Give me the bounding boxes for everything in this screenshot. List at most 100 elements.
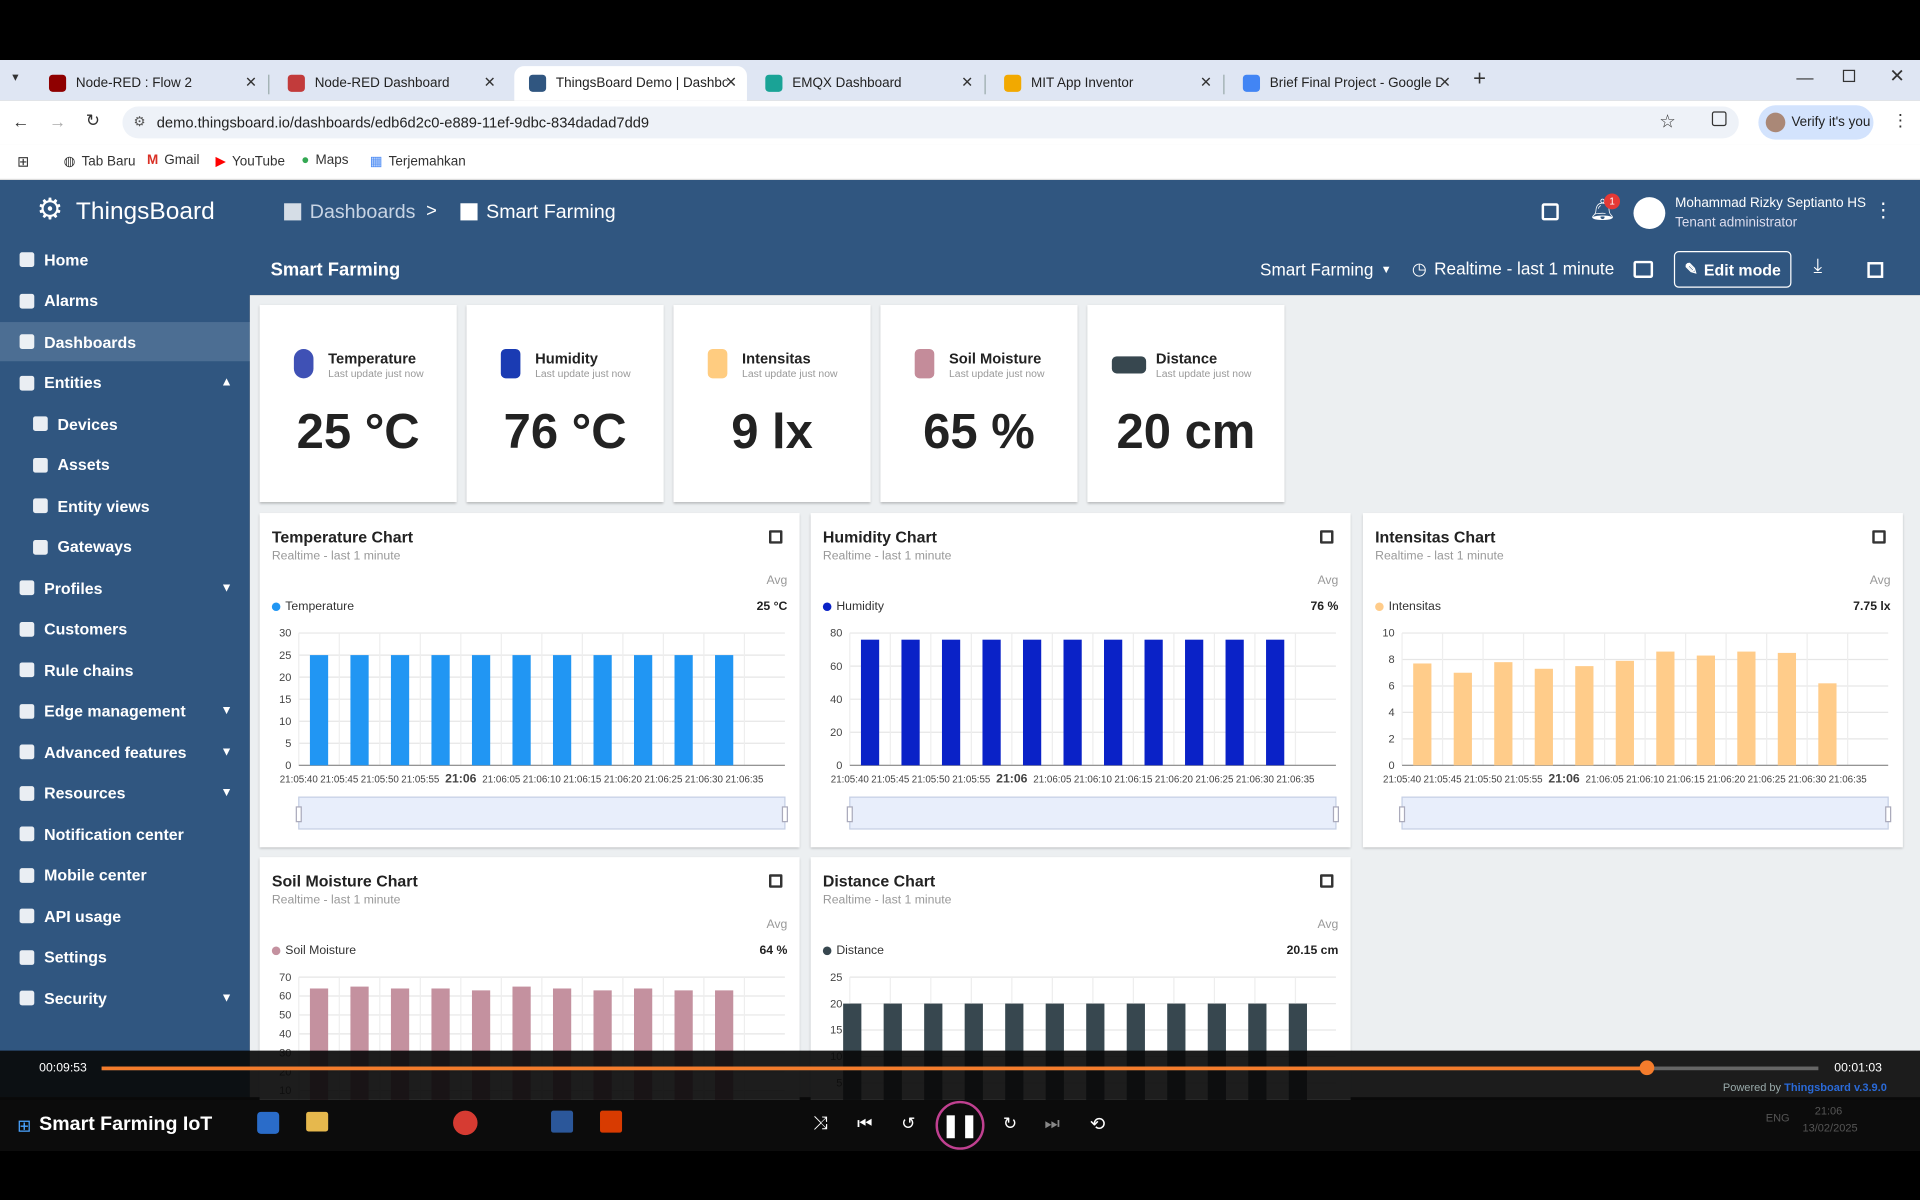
bar[interactable]: [1225, 639, 1244, 766]
bookmark-maps[interactable]: ● Maps: [301, 153, 348, 168]
back-icon[interactable]: ←: [12, 111, 29, 131]
bookmark-tab-baru[interactable]: ◍ Tab Baru: [64, 153, 136, 169]
bar[interactable]: [1453, 672, 1472, 766]
seek-bar[interactable]: [101, 1066, 1819, 1071]
bar[interactable]: [1144, 639, 1163, 766]
bar[interactable]: [1413, 663, 1432, 766]
windows-start-icon[interactable]: ⊞: [17, 1116, 31, 1137]
sidebar-item-notification-center[interactable]: Notification center: [0, 814, 250, 853]
repeat-icon[interactable]: ⟲: [1090, 1113, 1105, 1135]
app-logo[interactable]: ThingsBoard: [76, 198, 215, 226]
sidebar-item-api-usage[interactable]: API usage: [0, 896, 250, 935]
bar[interactable]: [901, 639, 920, 766]
bookmark-terjemahkan[interactable]: ▦ Terjemahkan: [370, 153, 466, 169]
sidebar-item-alarms[interactable]: Alarms: [0, 281, 250, 320]
rewind-10-icon[interactable]: ↺: [901, 1113, 915, 1134]
zoom-handle-right[interactable]: [781, 806, 788, 823]
sidebar-item-gateways[interactable]: Gateways: [0, 527, 250, 566]
account-circle-icon[interactable]: [1633, 197, 1666, 229]
clock-date[interactable]: 13/02/2025: [1802, 1122, 1857, 1134]
export-image-icon[interactable]: [1633, 260, 1654, 278]
sidebar-item-dashboards[interactable]: Dashboards: [0, 322, 250, 362]
bar[interactable]: [390, 655, 410, 766]
zoom-slider[interactable]: [849, 796, 1337, 830]
shuffle-icon[interactable]: ⤨: [813, 1113, 828, 1134]
chevron-down-icon[interactable]: ▼: [221, 786, 233, 799]
tab-close-icon[interactable]: ✕: [961, 73, 973, 90]
tab-close-icon[interactable]: ✕: [1439, 73, 1451, 90]
bar[interactable]: [431, 655, 450, 766]
sidebar-item-assets[interactable]: Assets: [0, 445, 250, 484]
taskbar-acrobat-icon[interactable]: [600, 1110, 623, 1133]
forward-icon[interactable]: →: [49, 111, 66, 131]
extensions-icon[interactable]: [1711, 111, 1727, 127]
bookmark-youtube[interactable]: ▶ YouTube: [216, 153, 285, 169]
bar[interactable]: [1777, 652, 1797, 766]
bar[interactable]: [1494, 662, 1513, 766]
chevron-up-icon[interactable]: ▲: [221, 376, 233, 389]
user-menu-icon[interactable]: ⋮: [1873, 198, 1893, 222]
browser-tab[interactable]: MIT App Inventor ✕: [989, 66, 1222, 100]
taskbar-chrome-icon[interactable]: [453, 1110, 478, 1136]
zoom-slider[interactable]: [1401, 796, 1889, 830]
minimize-icon[interactable]: —: [1796, 67, 1813, 87]
bar[interactable]: [350, 655, 369, 766]
next-icon[interactable]: ⏭: [1044, 1113, 1059, 1134]
url-input[interactable]: ⚙ demo.thingsboard.io/dashboards/edb6d2c…: [122, 106, 1739, 139]
sidebar-item-security[interactable]: Security ▼: [0, 978, 250, 1017]
breadcrumb-dashboards[interactable]: Dashboards: [310, 202, 416, 224]
user-name[interactable]: Mohammad Rizky Septianto HS: [1675, 196, 1866, 211]
bar[interactable]: [512, 655, 531, 766]
tab-close-icon[interactable]: ✕: [245, 73, 257, 90]
sidebar-item-rule-chains[interactable]: Rule chains: [0, 650, 250, 689]
bar[interactable]: [1575, 666, 1594, 766]
profile-button[interactable]: Verify it's you: [1758, 105, 1874, 140]
clock-time[interactable]: 21:06: [1815, 1104, 1843, 1116]
sidebar-item-resources[interactable]: Resources ▼: [0, 773, 250, 812]
timewindow-button[interactable]: ◷ Realtime - last 1 minute: [1412, 258, 1614, 279]
powered-link[interactable]: Thingsboard v.3.9.0: [1784, 1081, 1887, 1093]
bar[interactable]: [1104, 639, 1123, 766]
tab-search-chevron-icon[interactable]: ▾: [12, 71, 18, 84]
download-icon[interactable]: ⤓: [1813, 256, 1822, 278]
browser-tab[interactable]: Node-RED Dashboard ✕: [273, 66, 506, 100]
sidebar-item-devices[interactable]: Devices: [0, 404, 250, 443]
tab-close-icon[interactable]: ✕: [484, 73, 496, 90]
bar[interactable]: [1737, 651, 1756, 766]
seek-handle[interactable]: [1639, 1060, 1655, 1076]
bar[interactable]: [982, 639, 1001, 766]
bar[interactable]: [634, 655, 653, 766]
bar[interactable]: [1656, 651, 1675, 766]
reload-icon[interactable]: ↻: [86, 110, 100, 131]
sidebar-item-edge-management[interactable]: Edge management ▼: [0, 691, 250, 730]
sidebar-item-mobile-center[interactable]: Mobile center: [0, 855, 250, 894]
taskbar-word-icon[interactable]: [551, 1110, 574, 1133]
bar[interactable]: [1818, 683, 1837, 766]
new-tab-button[interactable]: +: [1473, 66, 1486, 92]
bar[interactable]: [860, 639, 880, 766]
previous-icon[interactable]: ⏮: [857, 1113, 872, 1134]
dashboard-fullscreen-icon[interactable]: [1867, 262, 1884, 278]
browser-tab[interactable]: ThingsBoard Demo | Dashboard✕: [514, 66, 747, 101]
bookmark-gmail[interactable]: M Gmail: [147, 153, 200, 168]
apps-grid-icon[interactable]: ⊞: [17, 153, 29, 170]
bar[interactable]: [674, 655, 693, 766]
bar[interactable]: [941, 639, 961, 766]
bar[interactable]: [1266, 639, 1285, 766]
bar[interactable]: [1022, 639, 1042, 766]
sidebar-item-advanced-features[interactable]: Advanced features ▼: [0, 732, 250, 771]
zoom-handle-right[interactable]: [1885, 806, 1892, 823]
browser-tab[interactable]: EMQX Dashboard ✕: [751, 66, 984, 100]
tab-close-icon[interactable]: ✕: [1200, 73, 1212, 90]
edit-mode-button[interactable]: ✎ Edit mode: [1673, 251, 1792, 288]
bar[interactable]: [1696, 655, 1715, 766]
forward-30-icon[interactable]: ↻: [1003, 1113, 1017, 1134]
bar[interactable]: [1615, 660, 1634, 766]
tab-close-icon[interactable]: ✕: [725, 73, 737, 90]
zoom-handle-left[interactable]: [846, 806, 853, 823]
bar[interactable]: [1534, 668, 1553, 766]
close-window-icon[interactable]: ✕: [1889, 65, 1904, 87]
sidebar-item-entity-views[interactable]: Entity views: [0, 486, 250, 525]
sidebar-item-profiles[interactable]: Profiles ▼: [0, 568, 250, 607]
chevron-down-icon[interactable]: ▼: [221, 581, 233, 594]
